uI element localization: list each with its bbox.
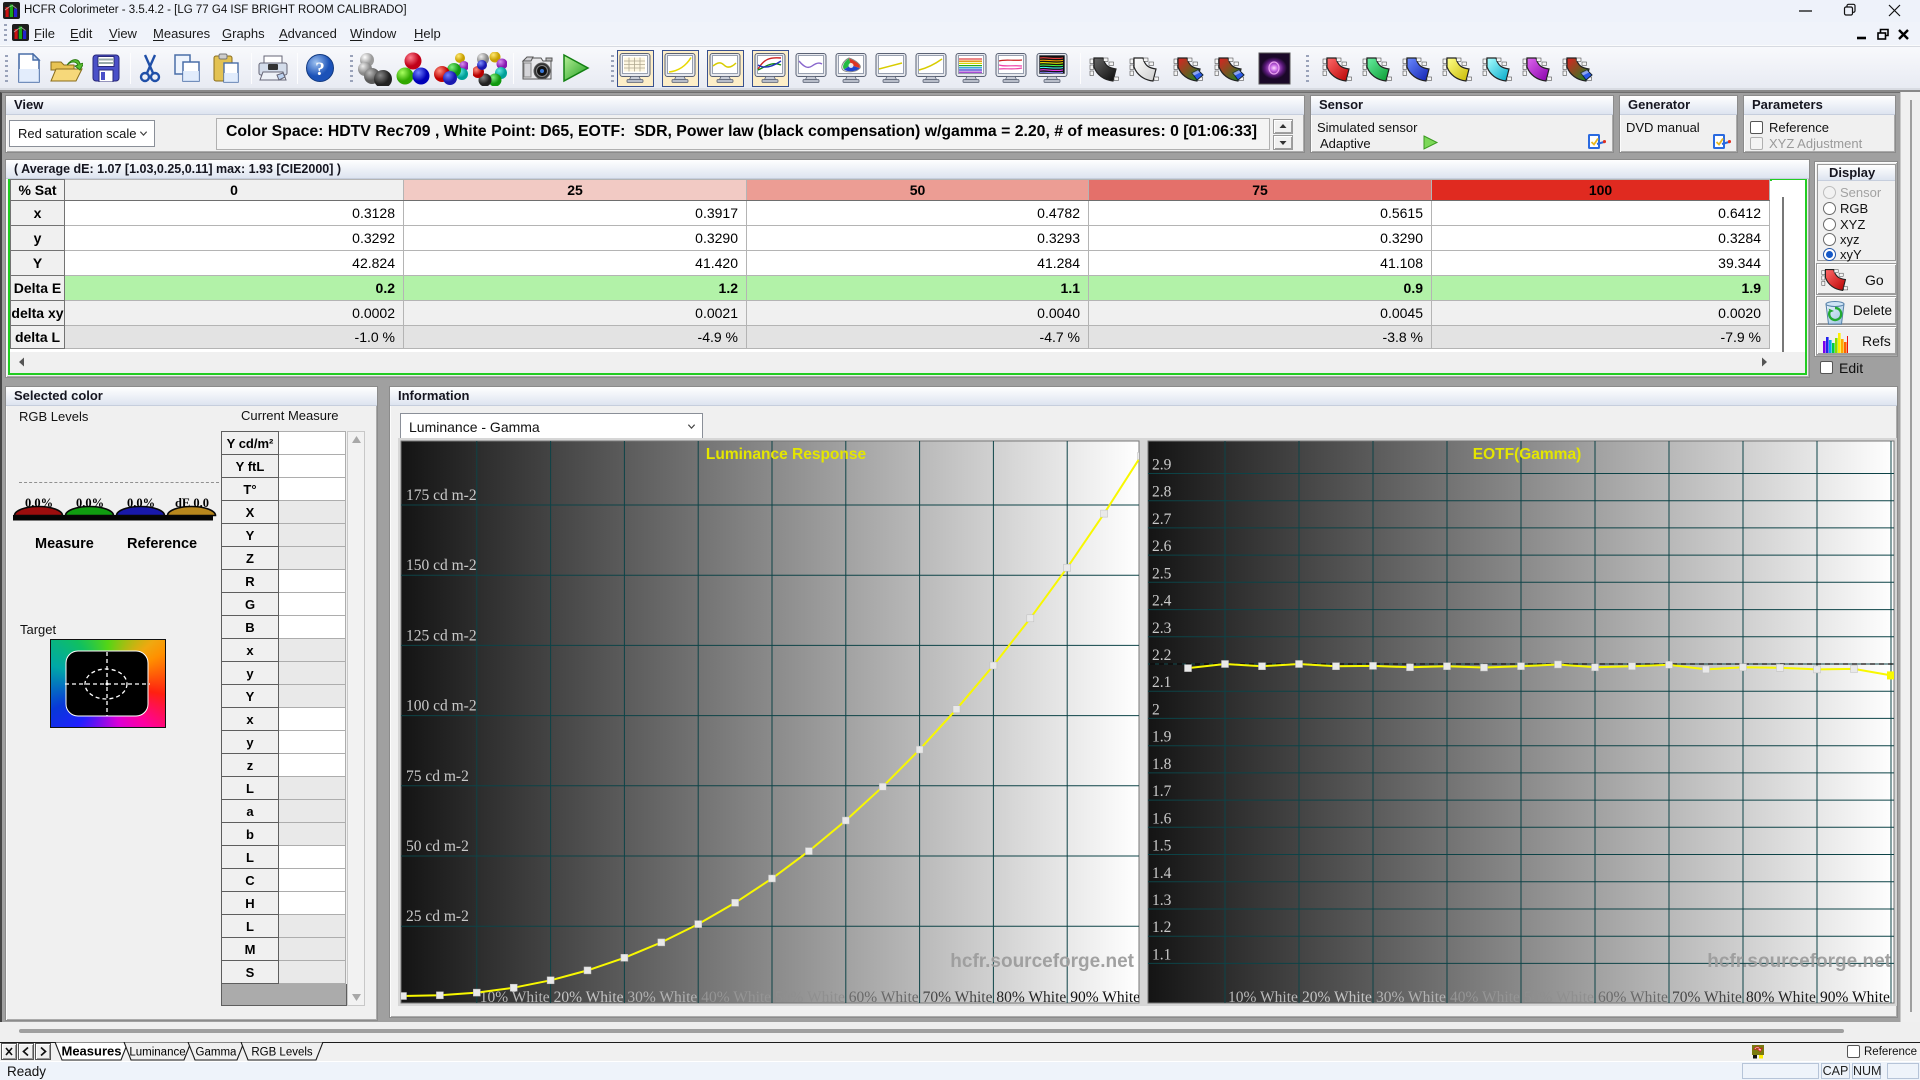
svg-text:2.6: 2.6 — [1152, 538, 1172, 555]
svg-text:2.9: 2.9 — [1152, 457, 1172, 474]
svg-text:175 cd m-2: 175 cd m-2 — [406, 487, 477, 504]
svg-text:EOTF(Gamma): EOTF(Gamma) — [1473, 446, 1582, 463]
svg-text:1.7: 1.7 — [1152, 783, 1172, 800]
svg-text:Luminance: Luminance — [129, 1047, 185, 1059]
svg-text:hcfr.sourceforge.net: hcfr.sourceforge.net — [1707, 951, 1891, 972]
svg-text:2.5: 2.5 — [1152, 565, 1172, 582]
svg-text:2.4: 2.4 — [1152, 593, 1172, 610]
svg-text:2.7: 2.7 — [1152, 511, 1172, 528]
svg-text:1.9: 1.9 — [1152, 729, 1172, 746]
svg-text:?: ? — [315, 59, 325, 80]
svg-text:2.3: 2.3 — [1152, 620, 1172, 637]
svg-text:25 cd m-2: 25 cd m-2 — [406, 908, 469, 925]
svg-text:2: 2 — [1152, 701, 1160, 718]
svg-text:75 cd m-2: 75 cd m-2 — [406, 768, 469, 785]
svg-text:Luminance Response: Luminance Response — [706, 446, 867, 463]
svg-text:1.1: 1.1 — [1152, 946, 1171, 963]
svg-text:2.8: 2.8 — [1152, 484, 1172, 501]
svg-text:125 cd m-2: 125 cd m-2 — [406, 627, 477, 644]
svg-text:1.8: 1.8 — [1152, 756, 1172, 773]
svg-text:hcfr.sourceforge.net: hcfr.sourceforge.net — [950, 951, 1134, 972]
svg-text:2.2: 2.2 — [1152, 647, 1171, 664]
svg-text:Gamma: Gamma — [196, 1047, 238, 1059]
svg-text:1.5: 1.5 — [1152, 838, 1172, 855]
svg-text:RGB Levels: RGB Levels — [251, 1047, 313, 1059]
svg-text:150 cd m-2: 150 cd m-2 — [406, 557, 477, 574]
svg-text:1.2: 1.2 — [1152, 919, 1171, 936]
svg-text:1.4: 1.4 — [1152, 865, 1172, 882]
svg-text:2.1: 2.1 — [1152, 674, 1171, 691]
svg-text:100 cd m-2: 100 cd m-2 — [406, 698, 477, 715]
svg-text:50 cd m-2: 50 cd m-2 — [406, 838, 469, 855]
svg-text:Measures: Measures — [62, 1044, 122, 1059]
svg-text:1.3: 1.3 — [1152, 892, 1172, 909]
svg-text:1.6: 1.6 — [1152, 810, 1172, 827]
